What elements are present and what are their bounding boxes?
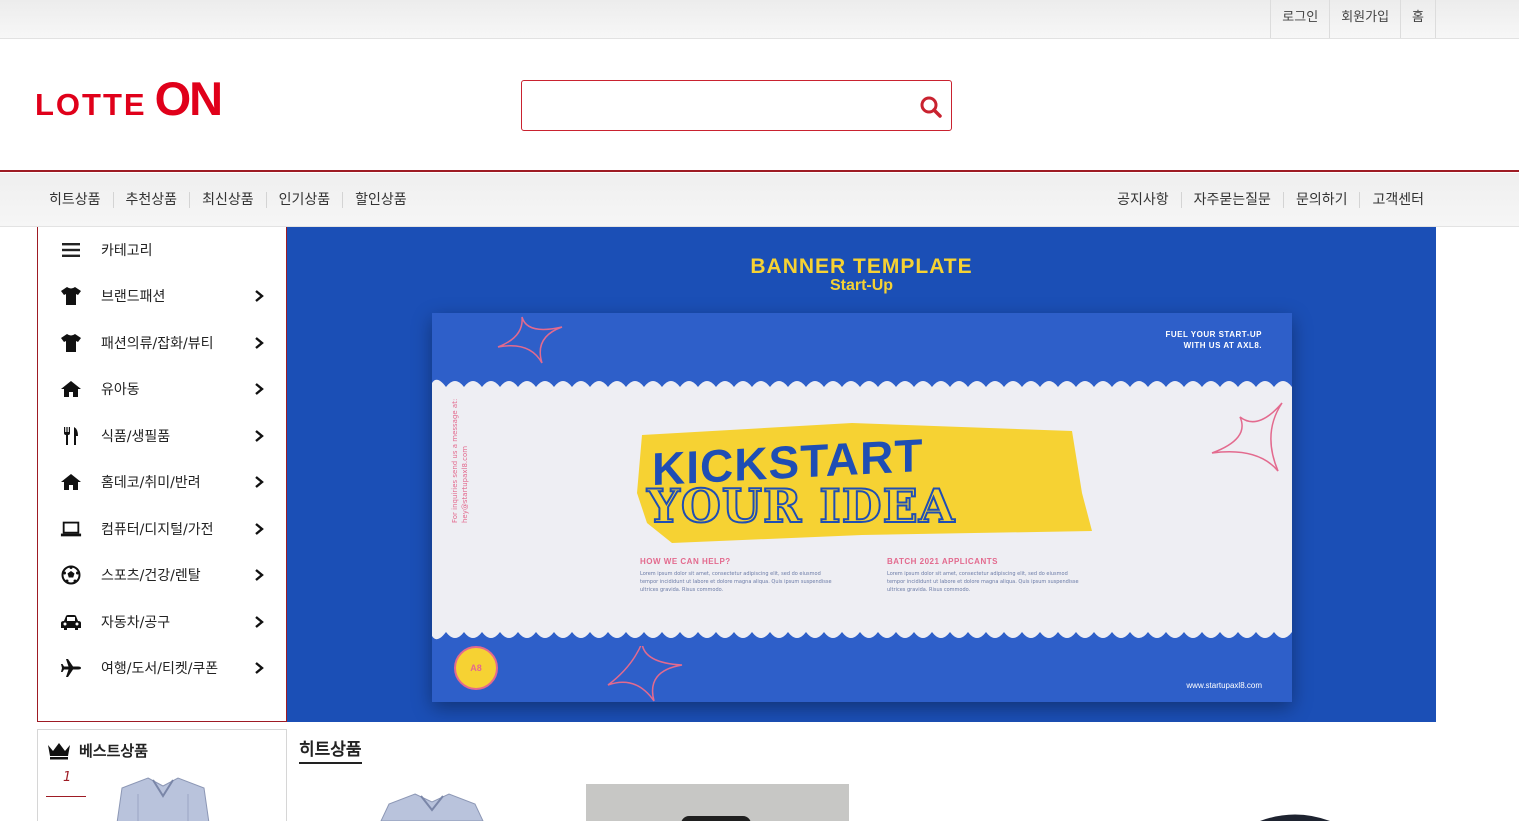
nav-recommended-products[interactable]: 추천상품 — [112, 192, 190, 208]
chevron-right-icon — [255, 337, 264, 349]
poster-fuel-text: FUEL YOUR START-UP WITH US AT AXL8. — [1165, 329, 1262, 351]
category-label: 스포츠/건강/렌탈 — [101, 568, 201, 584]
nav-discount-products[interactable]: 할인상품 — [342, 192, 419, 208]
crown-icon — [48, 743, 70, 760]
category-label: 브랜드패션 — [101, 289, 166, 305]
plane-icon — [60, 657, 82, 679]
main-nav: 히트상품 추천상품 최신상품 인기상품 할인상품 공지사항 자주묻는질문 문의하… — [0, 173, 1519, 227]
rank-underline — [46, 796, 86, 797]
chevron-right-icon — [255, 662, 264, 674]
nav-faq[interactable]: 자주묻는질문 — [1180, 192, 1283, 208]
category-label: 카테고리 — [101, 243, 153, 259]
chevron-right-icon — [255, 523, 264, 535]
banner-subtitle: Start-Up — [829, 277, 894, 294]
category-item-home-deco[interactable]: 홈데코/취미/반려 — [38, 459, 286, 505]
laptop-icon — [60, 518, 82, 540]
banner-col2-heading: BATCH 2021 APPLICANTS — [887, 557, 998, 566]
rank-number: 1 — [63, 770, 72, 785]
banner-col1-text: Lorem ipsum dolor sit amet, consectetur … — [640, 571, 832, 593]
nav-latest-products[interactable]: 최신상품 — [189, 192, 266, 208]
lotte-on-logo[interactable]: LOTTE ON — [35, 71, 223, 126]
category-label: 홈데코/취미/반려 — [101, 475, 201, 491]
tshirt-icon — [60, 285, 82, 307]
category-item-auto-tools[interactable]: 자동차/공구 — [38, 599, 286, 645]
search-icon[interactable] — [917, 93, 945, 121]
category-label: 컴퓨터/디지털/가전 — [101, 522, 214, 538]
nav-left: 히트상품 추천상품 최신상품 인기상품 할인상품 — [37, 173, 419, 227]
nav-hit-products[interactable]: 히트상품 — [37, 192, 113, 208]
chevron-right-icon — [255, 383, 264, 395]
best-products-title: 베스트상품 — [79, 742, 149, 760]
search-box — [521, 80, 952, 131]
product-image[interactable] — [375, 790, 490, 821]
nav-inquiry[interactable]: 문의하기 — [1282, 192, 1360, 208]
chevron-right-icon — [255, 616, 264, 628]
category-label: 유아동 — [101, 382, 140, 398]
chevron-right-icon — [255, 569, 264, 581]
chevron-right-icon — [255, 290, 264, 302]
search-input[interactable] — [530, 89, 910, 122]
hit-products-title: 히트상품 — [299, 735, 362, 764]
banner-col2-text: Lorem ipsum dolor sit amet, consectetur … — [887, 571, 1079, 593]
category-label: 자동차/공구 — [101, 615, 171, 631]
home-link[interactable]: 홈 — [1400, 0, 1436, 38]
login-link[interactable]: 로그인 — [1270, 0, 1329, 38]
home-icon — [60, 378, 82, 400]
nav-right: 공지사항 자주묻는질문 문의하기 고객센터 — [1105, 173, 1436, 227]
category-item-brand-fashion[interactable]: 브랜드패션 — [38, 273, 286, 319]
home-icon — [60, 471, 82, 493]
product-image[interactable] — [1250, 808, 1340, 821]
logo-text-lotte: LOTTE — [35, 87, 147, 122]
chevron-right-icon — [255, 476, 264, 488]
category-item-kids[interactable]: 유아동 — [38, 366, 286, 412]
category-label: 여행/도서/티켓/쿠폰 — [101, 661, 219, 677]
category-item-computers[interactable]: 컴퓨터/디지털/가전 — [38, 506, 286, 552]
menu-icon — [60, 239, 82, 261]
product-image[interactable] — [586, 784, 849, 821]
nav-notice[interactable]: 공지사항 — [1105, 192, 1181, 208]
poster-fuel-line1: FUEL YOUR START-UP — [1165, 330, 1262, 339]
category-sidebar: 카테고리 브랜드패션 패션의류/잡화/뷰티 유아동 식품/생필품 홈데코/취미/ — [37, 227, 287, 722]
top-links: 로그인 회원가입 홈 — [1270, 0, 1436, 38]
header: LOTTE ON — [0, 39, 1519, 172]
banner-headline-line2: YOUR IDEA — [646, 478, 956, 534]
nav-popular-products[interactable]: 인기상품 — [265, 192, 343, 208]
banner-badge: A8 — [454, 646, 498, 690]
best-product-image[interactable] — [108, 774, 218, 821]
poster-fuel-line2: WITH US AT AXL8. — [1183, 341, 1262, 350]
category-label: 식품/생필품 — [101, 429, 171, 445]
banner-col1-heading: HOW WE CAN HELP? — [640, 557, 731, 566]
category-item-fashion-beauty[interactable]: 패션의류/잡화/뷰티 — [38, 320, 286, 366]
chevron-right-icon — [255, 430, 264, 442]
banner-title: BANNER TEMPLATE — [750, 255, 973, 278]
category-item-food[interactable]: 식품/생필품 — [38, 413, 286, 459]
signup-link[interactable]: 회원가입 — [1329, 0, 1400, 38]
car-icon — [60, 611, 82, 633]
poster-content-panel: KICKSTART YOUR IDEA HOW WE CAN HELP? Lor… — [432, 373, 1292, 646]
top-utility-bar: 로그인 회원가입 홈 — [0, 0, 1519, 39]
category-label: 패션의류/잡화/뷰티 — [101, 336, 214, 352]
best-products-box: 베스트상품 1 — [37, 729, 287, 821]
main-banner[interactable]: BANNER TEMPLATE Start-Up FUEL YOUR START… — [287, 227, 1436, 722]
category-item-travel[interactable]: 여행/도서/티켓/쿠폰 — [38, 645, 286, 691]
product-shape — [681, 816, 751, 821]
nav-customer-center[interactable]: 고객센터 — [1359, 192, 1436, 208]
category-header[interactable]: 카테고리 — [38, 227, 286, 273]
banner-url: www.startupaxl8.com — [1186, 681, 1262, 690]
category-item-sports[interactable]: 스포츠/건강/렌탈 — [38, 552, 286, 598]
banner-side-text: For inquiries send us a message at: hey@… — [451, 398, 469, 523]
logo-text-on: ON — [154, 72, 223, 125]
banner-poster: FUEL YOUR START-UP WITH US AT AXL8. KICK… — [432, 313, 1292, 702]
utensils-icon — [60, 425, 82, 447]
tshirt-icon — [60, 332, 82, 354]
soccer-ball-icon — [60, 564, 82, 586]
